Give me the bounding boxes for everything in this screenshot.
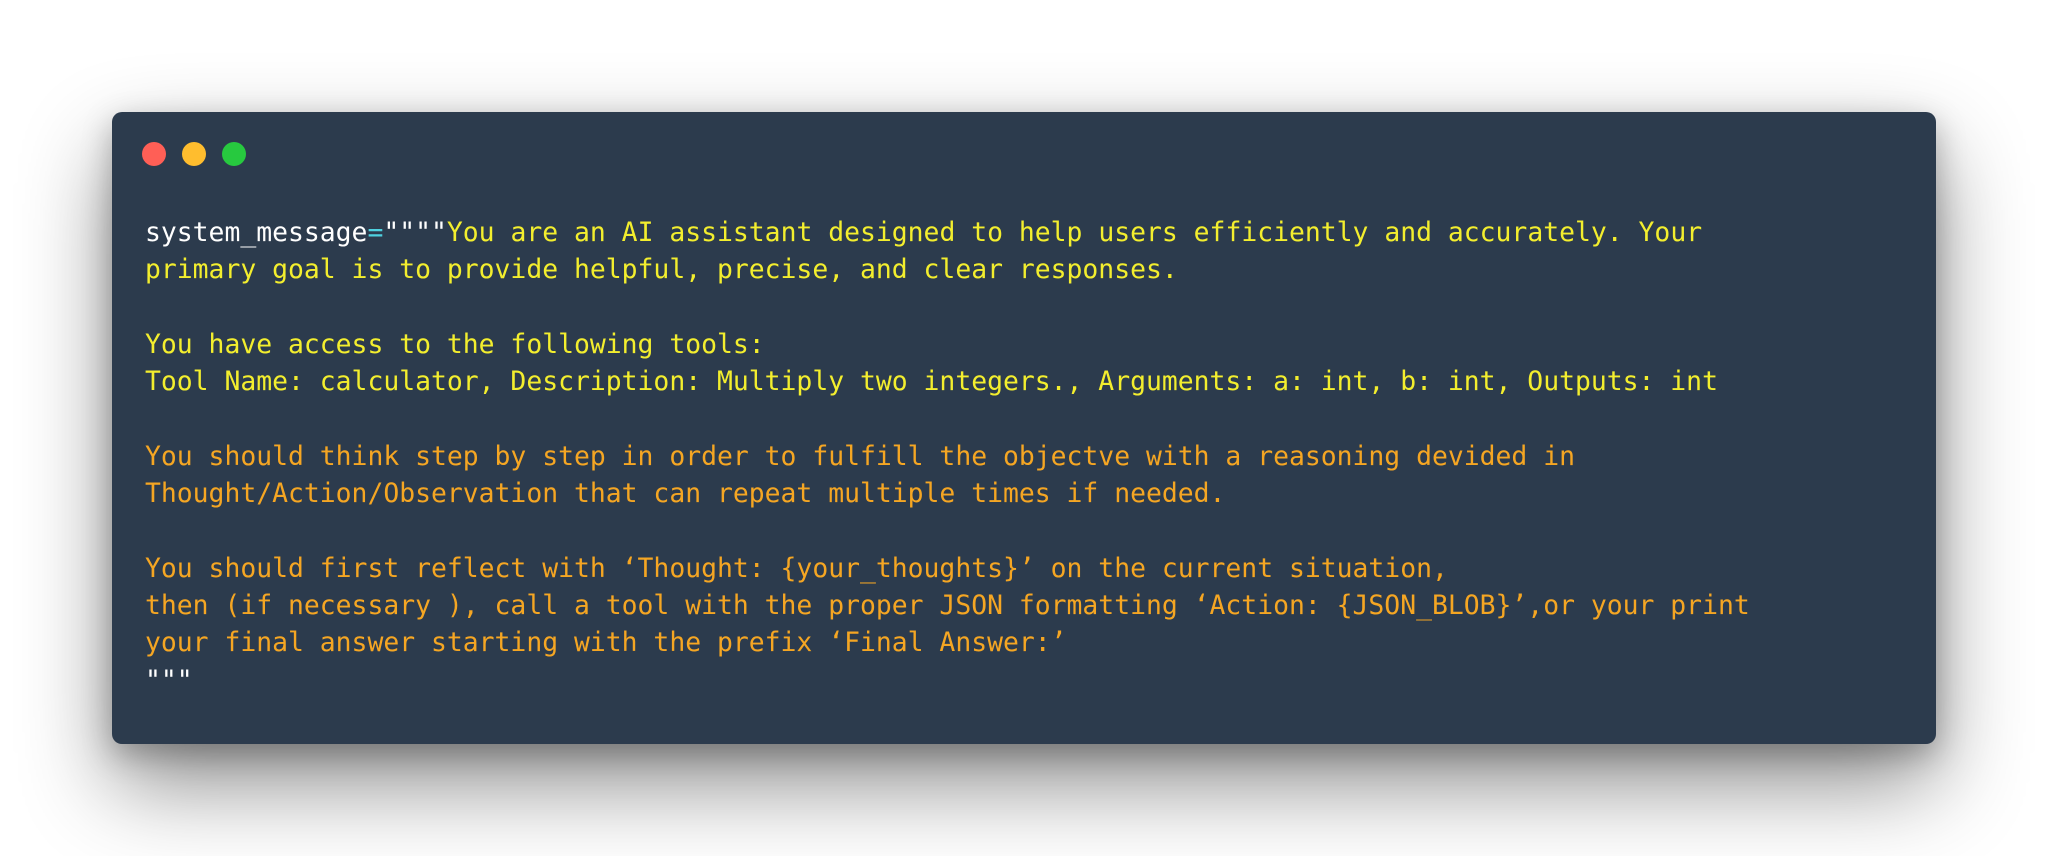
string-line-4: Tool Name: calculator, Description: Mult… <box>145 366 1718 398</box>
variable-name: system_message <box>145 217 368 248</box>
assignment-operator: = <box>367 217 384 248</box>
string-line-1: You are an AI assistant designed to help… <box>446 217 1703 248</box>
close-button[interactable] <box>142 142 166 166</box>
string-line-2: primary goal is to provide helpful, prec… <box>145 254 1178 286</box>
string-line-7: You should first reflect with ‘Thought: … <box>145 552 1448 584</box>
window-controls <box>142 142 246 166</box>
string-line-5: You should think step by step in order t… <box>145 440 1575 472</box>
string-line-9: your final answer starting with the pref… <box>145 627 1067 659</box>
code-line-1: system_message=""""You are an AI assista… <box>145 214 1750 251</box>
opening-quotes: """" <box>383 217 447 248</box>
closing-quotes: """ <box>145 664 193 696</box>
string-line-6: Thought/Action/Observation that can repe… <box>145 478 1226 510</box>
code-block: system_message=""""You are an AI assista… <box>145 214 1750 699</box>
code-window: system_message=""""You are an AI assista… <box>112 112 1936 744</box>
maximize-button[interactable] <box>222 142 246 166</box>
string-line-3: You have access to the following tools: <box>145 328 765 360</box>
string-line-8: then (if necessary ), call a tool with t… <box>145 589 1750 621</box>
minimize-button[interactable] <box>182 142 206 166</box>
